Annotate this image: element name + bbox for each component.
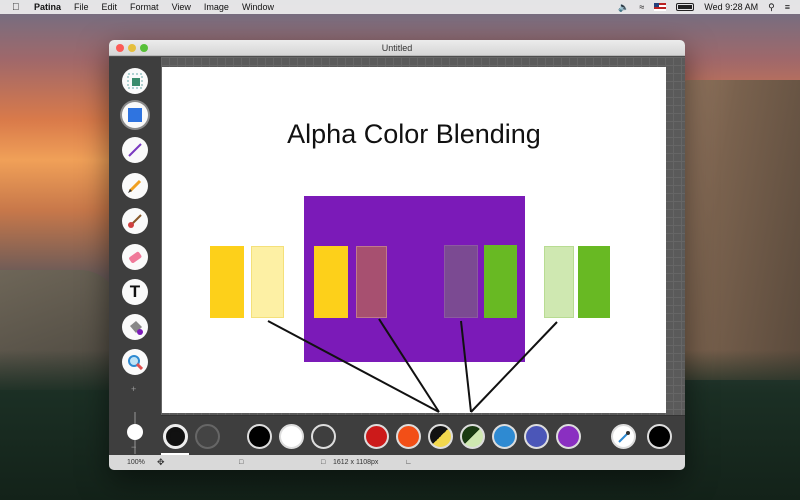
swatch-red[interactable] <box>364 424 389 449</box>
swatch-orange[interactable] <box>396 424 421 449</box>
size-increase-icon[interactable]: + <box>131 384 136 394</box>
current-color-well[interactable] <box>647 424 672 449</box>
spotlight-search-icon[interactable]: ⚲ <box>768 2 775 13</box>
minimize-window-button[interactable] <box>128 44 136 52</box>
menu-view[interactable]: View <box>172 2 191 12</box>
connector-line[interactable] <box>267 320 440 413</box>
swatch-blue[interactable] <box>492 424 517 449</box>
magnifier-icon <box>128 355 143 370</box>
close-window-button[interactable] <box>116 44 124 52</box>
canvas-viewport[interactable]: Alpha Color Blending <box>161 57 685 415</box>
eyedropper-button[interactable] <box>611 424 636 449</box>
size-decrease-icon[interactable]: − <box>131 442 136 452</box>
notification-center-icon[interactable]: ≡ <box>785 2 790 12</box>
connector-line[interactable] <box>470 321 558 413</box>
brush-icon <box>128 214 142 228</box>
pencil-tool[interactable] <box>122 173 148 199</box>
menubar-clock[interactable]: Wed 9:28 AM <box>704 2 758 12</box>
swatch-yellow-alpha[interactable] <box>428 424 453 449</box>
rectangle-shape-icon <box>128 108 142 122</box>
eraser-tool[interactable] <box>122 244 148 270</box>
tool-palette: T + − <box>109 57 161 455</box>
connector-line[interactable] <box>378 318 440 413</box>
swatch-violet[interactable] <box>556 424 581 449</box>
input-source-flag-icon[interactable] <box>654 3 667 11</box>
window-title: Untitled <box>381 43 413 53</box>
battery-icon[interactable] <box>676 3 695 11</box>
line-icon <box>128 143 142 157</box>
menu-window[interactable]: Window <box>242 2 274 12</box>
fill-tool[interactable] <box>122 314 148 340</box>
app-window: Untitled T + − Alpha Color Blending 100%… <box>109 40 685 470</box>
selection-icon <box>127 73 143 89</box>
swatch-black[interactable] <box>247 424 272 449</box>
shape-tool[interactable] <box>122 102 148 128</box>
move-canvas-icon[interactable]: ✥ <box>157 455 165 470</box>
zoom-tool[interactable] <box>122 349 148 375</box>
swatch-transparent[interactable] <box>311 424 336 449</box>
menu-edit[interactable]: Edit <box>102 2 118 12</box>
menubar:  Patina File Edit Format View Image Win… <box>0 0 800 14</box>
zoom-window-button[interactable] <box>140 44 148 52</box>
eyedropper-icon <box>617 430 630 443</box>
menu-format[interactable]: Format <box>130 2 159 12</box>
brush-size-knob[interactable] <box>127 424 143 440</box>
line-tool[interactable] <box>122 137 148 163</box>
fill-color-well[interactable] <box>195 424 220 449</box>
swatch-green-alpha[interactable] <box>460 424 485 449</box>
paint-bucket-icon <box>130 321 143 335</box>
drawing-canvas[interactable]: Alpha Color Blending <box>162 67 666 413</box>
swatch-white[interactable] <box>279 424 304 449</box>
canvas-size-icon: □ <box>321 459 326 466</box>
canvas-size: 1612 x 1108px <box>333 459 379 466</box>
stroke-color-well[interactable] <box>163 424 188 449</box>
selection-status-icon: □ <box>239 459 244 466</box>
menu-file[interactable]: File <box>74 2 89 12</box>
select-tool[interactable] <box>122 68 148 94</box>
status-bar: 100% ✥ □ □ 1612 x 1108px ∟ <box>109 455 685 470</box>
text-tool[interactable]: T <box>122 279 148 305</box>
brush-tool[interactable] <box>122 208 148 234</box>
pencil-icon <box>128 179 142 193</box>
menu-image[interactable]: Image <box>204 2 229 12</box>
connector-lines[interactable] <box>162 67 666 413</box>
connector-line[interactable] <box>460 320 472 413</box>
menu-app-name[interactable]: Patina <box>34 2 61 12</box>
volume-icon[interactable]: 🔈 <box>618 2 629 13</box>
wifi-icon[interactable]: ≈ <box>639 2 644 12</box>
color-palette-bar <box>161 415 685 455</box>
eraser-icon <box>129 251 142 263</box>
swatch-indigo[interactable] <box>524 424 549 449</box>
ruler-icon: ∟ <box>405 459 412 466</box>
apple-menu-icon[interactable]:  <box>12 2 24 13</box>
window-titlebar[interactable]: Untitled <box>109 40 685 56</box>
text-tool-icon: T <box>129 282 141 301</box>
zoom-level[interactable]: 100% <box>127 455 145 470</box>
